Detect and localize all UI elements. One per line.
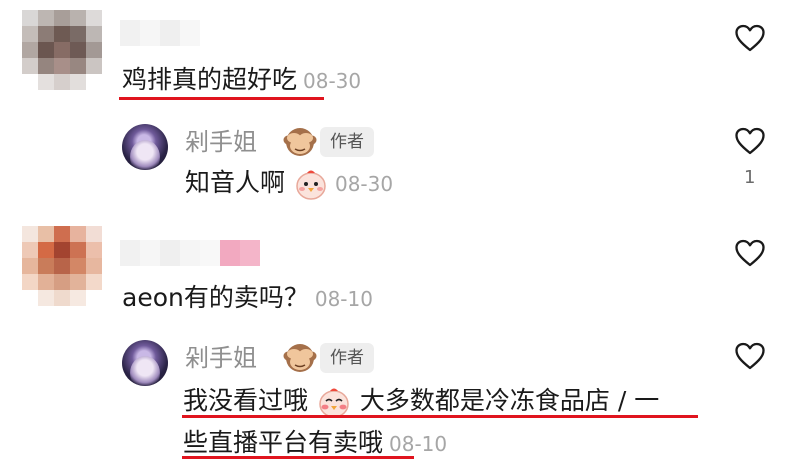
comment-3-date: 08-10 — [314, 287, 373, 311]
comment-3-text: aeon有的卖吗？ — [122, 283, 309, 312]
comment-4-text-part-1: 我没看过哦 — [183, 386, 309, 415]
heart-outline-icon[interactable] — [734, 23, 766, 53]
heart-outline-icon[interactable] — [734, 126, 766, 156]
author-badge: 作者 — [320, 343, 374, 373]
author-badge: 作者 — [320, 127, 374, 157]
chick-face-icon — [296, 170, 326, 200]
heart-outline-icon[interactable] — [734, 341, 766, 371]
comment-2-text: 知音人啊 — [185, 168, 286, 197]
blushing-chick-face-icon — [319, 388, 349, 418]
author-name[interactable]: 剁手姐 — [185, 126, 257, 158]
comment-2-date: 08-30 — [334, 172, 394, 196]
comment-4-text-part-2: 大多数都是冷冻食品店 / 一 — [359, 386, 660, 415]
highlight-underline-1 — [119, 97, 324, 100]
comment-4-text-line-1: 我没看过哦 大多数都是冷冻食品店 / 一 — [183, 384, 659, 419]
commenter-name-blurred[interactable] — [120, 20, 200, 46]
comment-1-date: 08-30 — [303, 69, 362, 93]
commenter-avatar-blurred[interactable] — [22, 226, 102, 306]
commenter-name-blurred[interactable] — [120, 240, 260, 266]
heart-outline-icon[interactable] — [734, 238, 766, 268]
commenter-avatar-blurred[interactable] — [22, 10, 102, 90]
comment-1-text: 鸡排真的超好吃 — [122, 65, 298, 94]
comment-4-text-part-3: 些直播平台有卖哦 — [183, 428, 384, 457]
comment-3-text-row: aeon有的卖吗？ 08-10 — [122, 281, 373, 316]
author-avatar[interactable] — [122, 340, 168, 386]
author-avatar[interactable] — [122, 124, 168, 170]
see-no-evil-monkey-icon — [283, 128, 317, 156]
like-count: 1 — [744, 167, 756, 188]
highlight-underline-2 — [182, 415, 698, 418]
author-name[interactable]: 剁手姐 — [185, 342, 257, 374]
see-no-evil-monkey-icon — [283, 344, 317, 372]
comment-1-text-row: 鸡排真的超好吃 08-30 — [122, 63, 361, 98]
highlight-underline-3 — [182, 456, 414, 459]
comment-4-date: 08-10 — [389, 432, 448, 456]
comment-2-text-row: 知音人啊 08-30 — [185, 166, 393, 201]
